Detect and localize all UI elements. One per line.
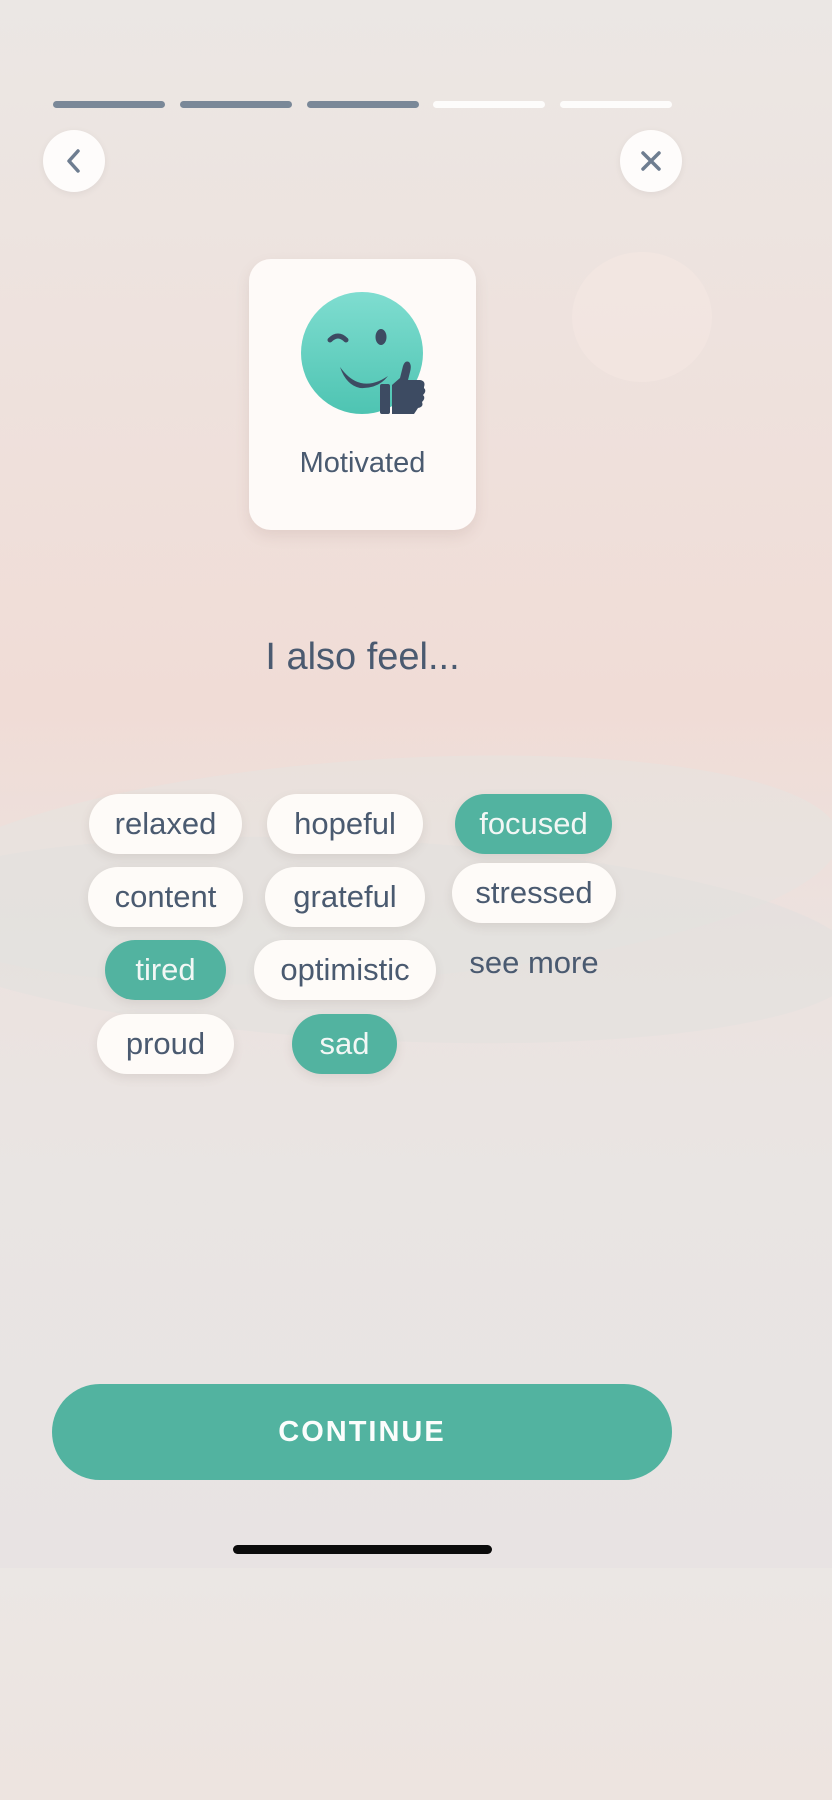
selected-mood-card: Motivated xyxy=(249,259,476,530)
feeling-chip-stressed[interactable]: stressed xyxy=(452,863,616,923)
feelings-heading: I also feel... xyxy=(265,636,460,678)
feeling-chip-optimistic[interactable]: optimistic xyxy=(254,940,436,1000)
progress-bar xyxy=(53,101,672,108)
feeling-chip-grateful[interactable]: grateful xyxy=(265,867,425,927)
progress-segment-5 xyxy=(560,101,672,108)
progress-segment-3 xyxy=(306,101,419,108)
close-icon xyxy=(641,151,661,171)
chevron-left-icon xyxy=(67,149,80,173)
progress-segment-4 xyxy=(433,101,546,108)
progress-segment-2 xyxy=(179,101,292,108)
feeling-chip-tired[interactable]: tired xyxy=(105,940,226,1000)
feeling-chip-focused[interactable]: focused xyxy=(455,794,612,854)
feeling-chip-sad[interactable]: sad xyxy=(292,1014,397,1074)
home-indicator[interactable] xyxy=(233,1545,492,1554)
feeling-chip-content[interactable]: content xyxy=(88,867,243,927)
feeling-chip-hopeful[interactable]: hopeful xyxy=(267,794,423,854)
see-more-link[interactable]: see more xyxy=(452,940,616,986)
background-sun xyxy=(572,252,712,382)
continue-button[interactable]: CONTINUE xyxy=(52,1384,672,1480)
winking-thumbs-up-face-icon xyxy=(301,292,426,414)
back-button[interactable] xyxy=(43,130,105,192)
feeling-chip-relaxed[interactable]: relaxed xyxy=(89,794,242,854)
mood-label: Motivated xyxy=(299,447,426,479)
close-button[interactable] xyxy=(620,130,682,192)
feeling-chip-proud[interactable]: proud xyxy=(97,1014,234,1074)
progress-segment-1 xyxy=(53,101,165,108)
